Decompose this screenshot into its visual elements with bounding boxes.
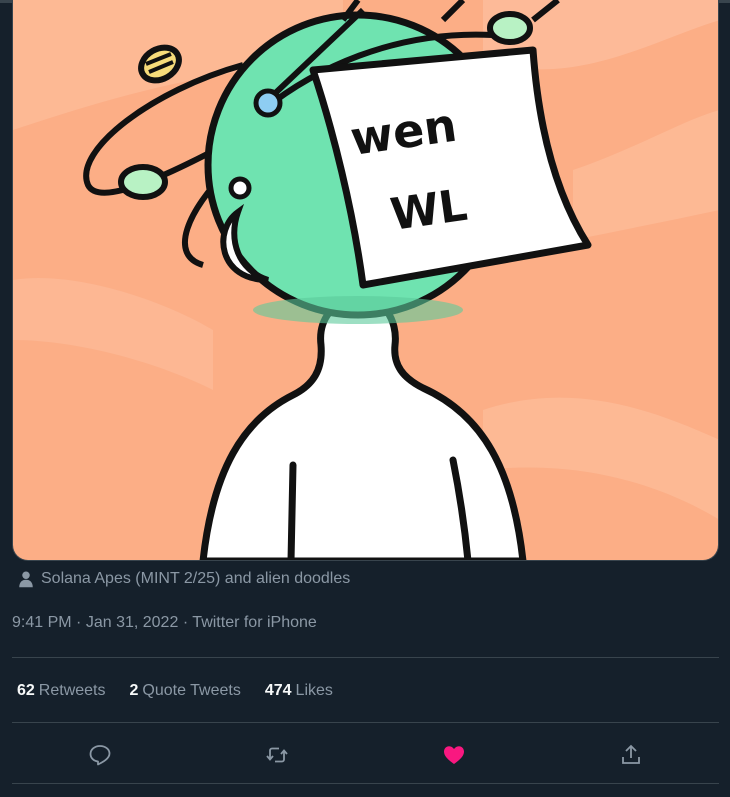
meta-separator: · <box>182 614 189 631</box>
divider <box>12 657 719 658</box>
like-button[interactable] <box>434 735 474 775</box>
reply-button[interactable] <box>80 735 120 775</box>
retweet-button[interactable] <box>257 735 297 775</box>
meta-separator: · <box>76 614 82 631</box>
note-text-line2: WL <box>387 180 470 241</box>
retweets-stat[interactable]: 62 Retweets <box>17 682 106 700</box>
tagged-users[interactable]: Solana Apes (MINT 2/25) and alien doodle… <box>17 568 350 590</box>
divider <box>12 783 719 784</box>
person-icon <box>19 571 33 588</box>
retweets-count: 62 <box>17 682 35 699</box>
retweets-label: Retweets <box>38 682 106 699</box>
tweet-media-image[interactable]: wen WL <box>12 0 719 561</box>
share-button[interactable] <box>611 735 651 775</box>
likes-stat[interactable]: 474 Likes <box>265 682 333 700</box>
retweet-icon <box>266 747 288 762</box>
reply-icon <box>89 744 111 765</box>
heart-icon <box>443 745 464 764</box>
tweet-actions <box>12 726 719 783</box>
share-icon <box>621 744 640 764</box>
doodle-illustration: wen WL <box>13 0 718 560</box>
tweet-meta: 9:41 PM · Jan 31, 2022 · Twitter for iPh… <box>12 614 317 632</box>
likes-label: Likes <box>295 682 333 699</box>
divider <box>12 722 719 723</box>
quote-tweets-stat[interactable]: 2 Quote Tweets <box>130 682 241 700</box>
tagged-users-text[interactable]: Solana Apes (MINT 2/25) and alien doodle… <box>41 570 350 588</box>
tweet-stats: 62 Retweets 2 Quote Tweets 474 Likes <box>17 680 357 702</box>
quote-tweets-count: 2 <box>129 682 139 699</box>
tweet-time[interactable]: 9:41 PM <box>12 614 72 631</box>
tweet-source[interactable]: Twitter for iPhone <box>192 614 317 631</box>
quote-tweets-label: Quote Tweets <box>142 682 241 699</box>
likes-count: 474 <box>264 682 292 699</box>
tweet-date[interactable]: Jan 31, 2022 <box>86 614 179 631</box>
